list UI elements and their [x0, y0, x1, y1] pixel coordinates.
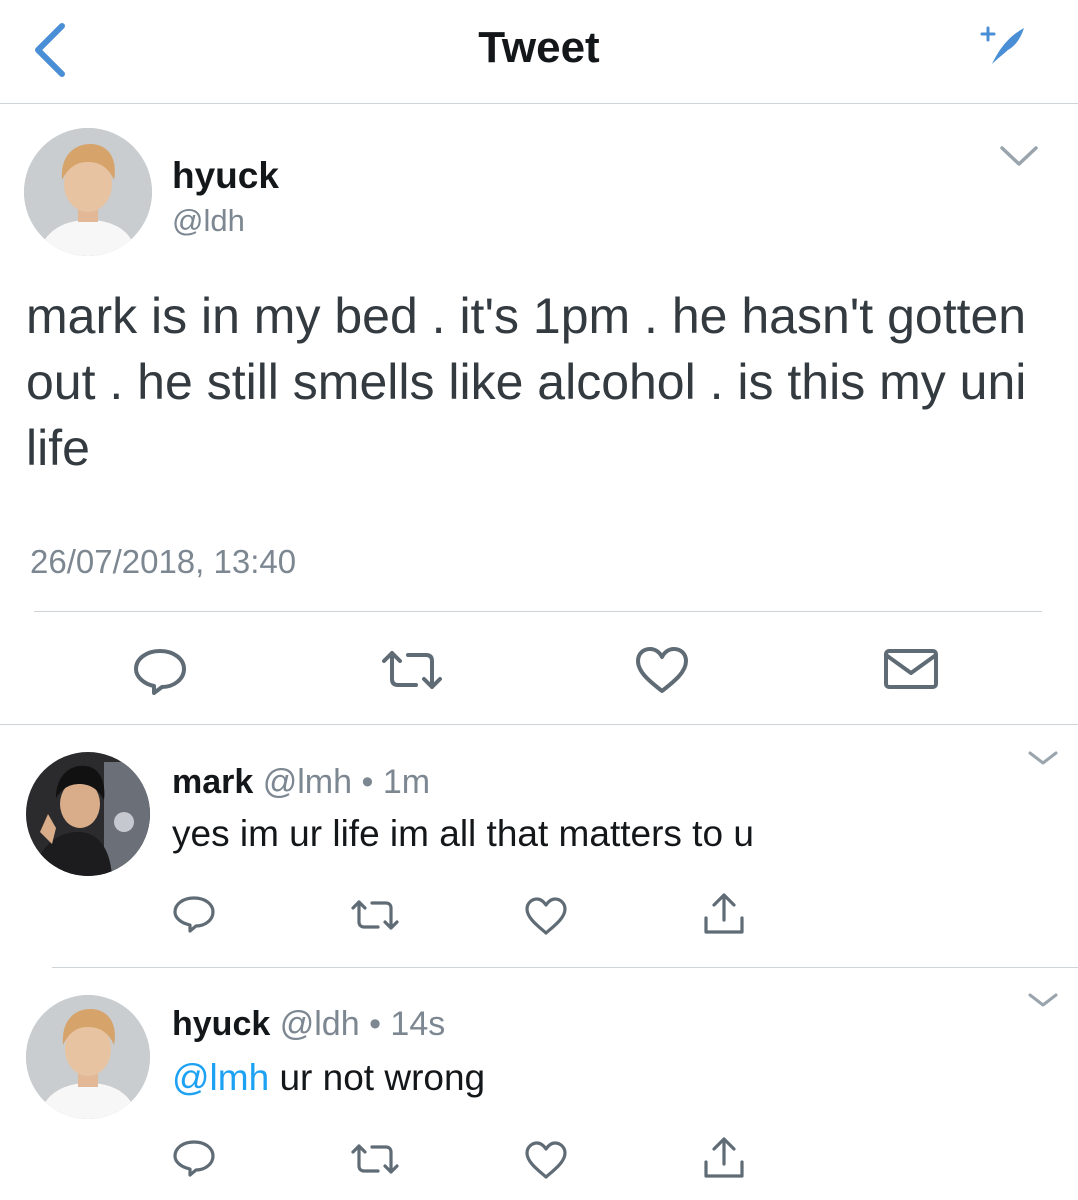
like-button[interactable] [524, 896, 568, 936]
author-handle[interactable]: @ldh [172, 202, 245, 240]
profile-photo-icon [26, 752, 150, 876]
reply-text: @lmh ur not wrong [172, 1055, 485, 1101]
compose-tweet-button[interactable] [978, 22, 1028, 68]
like-button[interactable] [634, 645, 690, 695]
reply-icon [173, 896, 215, 933]
retweet-button[interactable] [350, 1140, 400, 1178]
envelope-icon [884, 649, 938, 689]
chevron-down-icon [1028, 751, 1058, 765]
reply-author-handle[interactable]: @lmh [263, 763, 352, 801]
direct-message-button[interactable] [882, 645, 940, 693]
reply-icon [173, 1140, 215, 1177]
profile-photo-icon [26, 995, 150, 1119]
tweet-divider [34, 611, 1042, 612]
profile-photo-icon [24, 128, 152, 256]
reply-time: 1m [382, 763, 431, 801]
heart-icon [636, 647, 688, 693]
retweet-icon [351, 1144, 399, 1174]
reply-avatar[interactable] [26, 995, 150, 1119]
like-button[interactable] [524, 1140, 568, 1180]
share-icon [704, 1137, 744, 1178]
reply-text: yes im ur life im all that matters to u [172, 813, 754, 854]
tweet-text: mark is in my bed . it's 1pm . he hasn't… [26, 288, 1027, 476]
retweet-button[interactable] [380, 645, 444, 695]
reply-divider [52, 967, 1078, 968]
reply-header: mark @lmh • 1m [172, 761, 430, 803]
section-divider [0, 724, 1078, 725]
reply-time: 14s [390, 1005, 446, 1043]
avatar[interactable] [24, 128, 152, 256]
reply-author-name[interactable]: hyuck [172, 1005, 270, 1043]
retweet-icon [351, 900, 399, 930]
separator-dot: • [361, 763, 374, 801]
reply-author-name[interactable]: mark [172, 763, 253, 801]
reply-header: hyuck @ldh • 14s [172, 1003, 445, 1045]
reply-button[interactable] [132, 645, 188, 697]
reply-text-body: ur not wrong [269, 1057, 486, 1098]
share-icon [704, 893, 744, 934]
tweet-timestamp: 26/07/2018, 13:40 [30, 543, 297, 580]
chevron-down-icon [1000, 146, 1038, 166]
retweet-button[interactable] [350, 896, 400, 934]
tweet-options-button[interactable] [996, 140, 1042, 170]
heart-icon [525, 1141, 567, 1179]
reply-button[interactable] [172, 1138, 216, 1178]
share-button[interactable] [702, 892, 746, 936]
chevron-down-icon [1028, 993, 1058, 1007]
separator-dot: • [369, 1005, 381, 1043]
reply-avatar[interactable] [26, 752, 150, 876]
reply-button[interactable] [172, 894, 216, 934]
reply-options-button[interactable] [1026, 990, 1060, 1010]
share-button[interactable] [702, 1136, 746, 1180]
header-divider [0, 103, 1078, 104]
heart-icon [525, 897, 567, 935]
page-title: Tweet [478, 23, 600, 72]
compose-feather-icon [980, 26, 1024, 64]
reply-author-handle[interactable]: @ldh [280, 1005, 360, 1043]
reply-icon [134, 649, 186, 695]
retweet-icon [382, 651, 442, 689]
mention-link[interactable]: @lmh [172, 1057, 269, 1098]
reply-options-button[interactable] [1026, 748, 1060, 768]
author-name[interactable]: hyuck [172, 154, 279, 198]
